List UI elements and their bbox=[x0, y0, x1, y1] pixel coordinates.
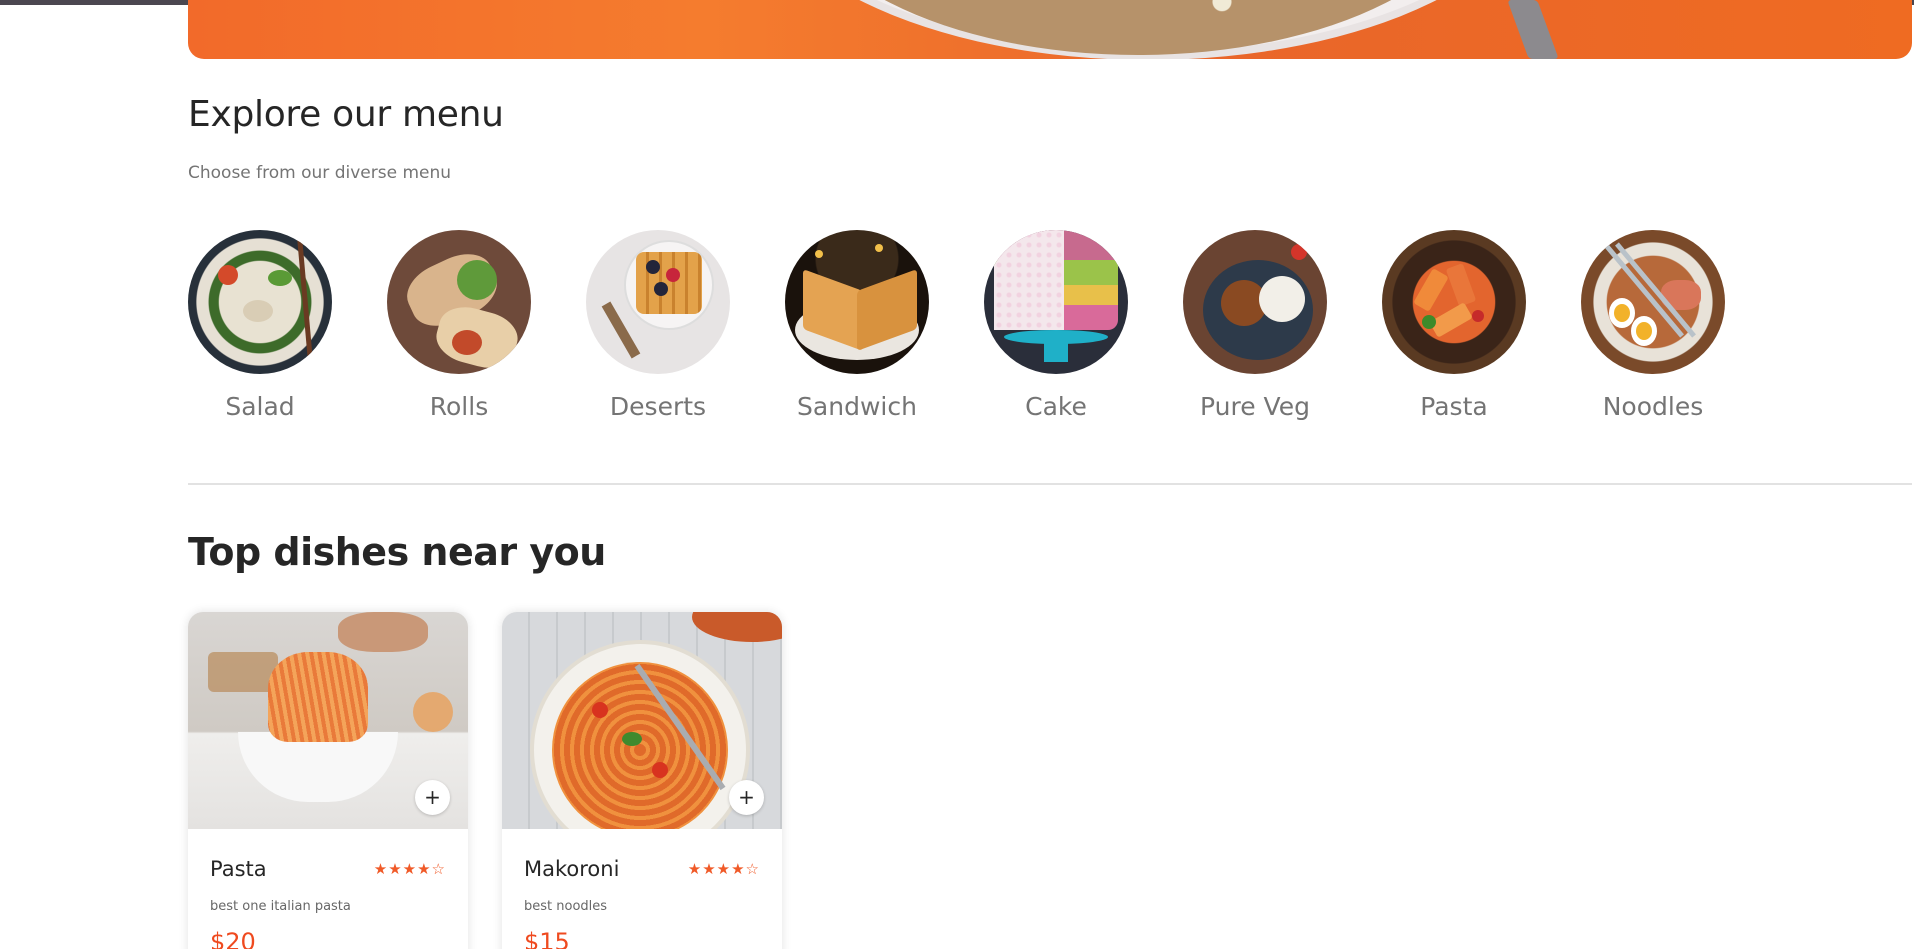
food-card-makoroni[interactable]: + Makoroni ★★★★☆ best noodles $15 bbox=[502, 612, 782, 949]
explore-menu-title: Explore our menu bbox=[188, 94, 504, 135]
menu-category-list: Salad Rolls Deserts Sandwich Cake Pure V… bbox=[188, 230, 1912, 430]
sandwich-image bbox=[785, 230, 929, 374]
dish-name: Pasta bbox=[210, 857, 267, 881]
explore-menu-subtitle: Choose from our diverse menu bbox=[188, 163, 452, 183]
add-to-cart-button[interactable]: + bbox=[729, 780, 764, 815]
hero-banner bbox=[188, 0, 1912, 59]
menu-category-noodles[interactable]: Noodles bbox=[1578, 230, 1728, 421]
cake-image bbox=[984, 230, 1128, 374]
food-card-pasta[interactable]: + Pasta ★★★★☆ best one italian pasta $20 bbox=[188, 612, 468, 949]
menu-category-pure-veg[interactable]: Pure Veg bbox=[1180, 230, 1330, 421]
add-to-cart-button[interactable]: + bbox=[415, 780, 450, 815]
section-divider bbox=[188, 483, 1912, 485]
pasta-image bbox=[1382, 230, 1526, 374]
menu-category-label: Pasta bbox=[1420, 392, 1488, 421]
dish-price: $20 bbox=[210, 928, 256, 949]
menu-category-label: Sandwich bbox=[797, 392, 917, 421]
menu-category-label: Salad bbox=[225, 392, 295, 421]
dish-price: $15 bbox=[524, 928, 570, 949]
menu-category-salad[interactable]: Salad bbox=[185, 230, 335, 421]
menu-category-label: Pure Veg bbox=[1200, 392, 1310, 421]
menu-category-sandwich[interactable]: Sandwich bbox=[782, 230, 932, 421]
rolls-image bbox=[387, 230, 531, 374]
pure-veg-image bbox=[1183, 230, 1327, 374]
top-dishes-title: Top dishes near you bbox=[188, 530, 606, 574]
rating-stars-icon: ★★★★☆ bbox=[687, 860, 760, 878]
deserts-image bbox=[586, 230, 730, 374]
menu-category-label: Rolls bbox=[429, 392, 489, 421]
menu-category-deserts[interactable]: Deserts bbox=[583, 230, 733, 421]
menu-category-cake[interactable]: Cake bbox=[981, 230, 1131, 421]
hero-fork-image bbox=[1507, 0, 1559, 59]
menu-category-label: Cake bbox=[1025, 392, 1087, 421]
salad-image bbox=[188, 230, 332, 374]
dish-name: Makoroni bbox=[524, 857, 620, 881]
menu-category-label: Noodles bbox=[1602, 392, 1704, 421]
dish-description: best noodles bbox=[524, 899, 608, 914]
rating-stars-icon: ★★★★☆ bbox=[373, 860, 446, 878]
noodles-image bbox=[1581, 230, 1725, 374]
menu-category-label: Deserts bbox=[609, 392, 707, 421]
dish-description: best one italian pasta bbox=[210, 899, 351, 914]
menu-category-pasta[interactable]: Pasta bbox=[1379, 230, 1529, 421]
menu-category-rolls[interactable]: Rolls bbox=[384, 230, 534, 421]
